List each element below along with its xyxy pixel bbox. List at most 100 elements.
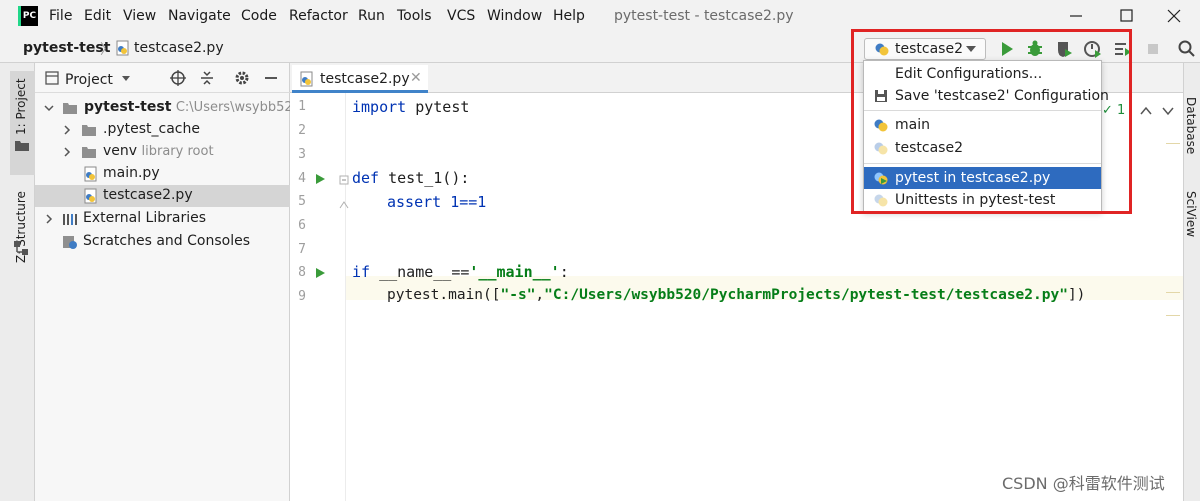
menu-navigate[interactable]: Navigate xyxy=(168,8,231,24)
tree-item-path: C:\Users\wsybb520 xyxy=(175,100,301,115)
tree-item-tag: library root xyxy=(141,144,214,159)
locate-file-icon[interactable] xyxy=(170,70,186,86)
breadcrumb-project[interactable]: pytest-test xyxy=(23,40,110,56)
run-gutter-icon[interactable] xyxy=(314,267,326,279)
window-title: pytest-test - testcase2.py xyxy=(614,8,794,24)
scratches-icon xyxy=(62,234,78,250)
code-line-5[interactable]: assert 1==1 xyxy=(387,193,486,211)
code-token: test_1(): xyxy=(379,169,470,187)
chevron-down-icon[interactable] xyxy=(121,75,131,82)
chevron-right-icon[interactable] xyxy=(61,146,73,158)
chevron-down-icon[interactable] xyxy=(1162,106,1174,116)
left-tool-stripe: 1: Project Z: Structure xyxy=(0,63,36,501)
breadcrumb-file[interactable]: testcase2.py xyxy=(134,40,224,56)
fold-icon[interactable] xyxy=(339,175,349,185)
project-panel-header: Project xyxy=(35,63,290,93)
code-token: pytest.main([ xyxy=(387,287,501,303)
tree-item-label: External Libraries xyxy=(83,210,206,226)
tree-item-venv[interactable]: venv library root xyxy=(35,141,290,163)
code-token: "C:/Users/wsybb520/PycharmProjects/pytes… xyxy=(544,287,1068,303)
tree-item-project-root[interactable]: pytest-test C:\Users\wsybb520 xyxy=(35,97,301,119)
code-token: pytest xyxy=(406,98,470,116)
run-gutter-icon[interactable] xyxy=(314,173,326,185)
project-tool-window: Project pytest-test C:\Users\wsybb520 .p… xyxy=(35,63,301,501)
python-file-icon xyxy=(83,188,99,204)
error-stripe-mark[interactable] xyxy=(1166,315,1180,316)
code-token: ]) xyxy=(1067,287,1086,303)
watermark: CSDN @科雷软件测试 xyxy=(1002,474,1165,493)
tab-testcase2-py[interactable]: testcase2.py ✕ xyxy=(292,65,428,93)
menu-view[interactable]: View xyxy=(123,8,156,24)
python-file-icon xyxy=(116,40,130,56)
menu-tools[interactable]: Tools xyxy=(397,8,432,24)
line-number: 5 xyxy=(298,194,306,209)
folder-icon xyxy=(62,100,78,116)
tab-label: testcase2.py xyxy=(320,71,410,87)
line-number: 1 xyxy=(298,99,306,114)
stop-icon[interactable] xyxy=(1143,39,1163,59)
chevron-down-icon[interactable] xyxy=(43,102,55,114)
project-view-selector[interactable]: Project xyxy=(65,72,113,88)
code-line-8[interactable]: if __name__=='__main__': xyxy=(352,263,569,281)
collapse-all-icon[interactable] xyxy=(199,70,215,86)
line-number: 4 xyxy=(298,171,306,186)
tree-item-main-py[interactable]: main.py xyxy=(35,163,290,185)
menu-window[interactable]: Window xyxy=(487,8,542,24)
folder-icon xyxy=(81,144,97,160)
database-tool-label[interactable]: Database xyxy=(1184,97,1198,154)
code-line-9[interactable]: pytest.main(["-s","C:/Users/wsybb520/Pyc… xyxy=(387,287,1085,303)
minimize-icon[interactable] xyxy=(1062,4,1090,28)
editor-gutter: 1 2 3 4 5 6 7 8 9 xyxy=(290,93,349,501)
line-number: 8 xyxy=(298,265,306,280)
hide-panel-icon[interactable] xyxy=(263,70,279,86)
error-stripe-mark[interactable] xyxy=(1166,292,1180,293)
project-tool-button[interactable]: 1: Project xyxy=(10,71,36,175)
menu-code[interactable]: Code xyxy=(241,8,277,24)
menu-refactor[interactable]: Refactor xyxy=(289,8,348,24)
tree-item-label: testcase2.py xyxy=(103,187,193,203)
fold-end-icon[interactable] xyxy=(339,199,349,209)
sciview-tool-label[interactable]: SciView xyxy=(1184,191,1198,237)
search-icon[interactable] xyxy=(1177,39,1197,59)
code-token: if xyxy=(352,263,371,281)
tree-item-testcase2-py[interactable]: testcase2.py xyxy=(35,185,290,207)
line-number: 6 xyxy=(298,218,306,233)
structure-tool-button[interactable]: Z: Structure xyxy=(10,175,36,275)
tree-item-label: main.py xyxy=(103,165,160,181)
maximize-icon[interactable] xyxy=(1112,4,1140,28)
annotation-highlight-box xyxy=(851,29,1132,214)
folder-icon xyxy=(15,139,29,151)
tree-item-scratches[interactable]: Scratches and Consoles xyxy=(35,231,290,253)
menu-vcs[interactable]: VCS xyxy=(447,8,475,24)
python-file-icon xyxy=(83,166,99,182)
menu-run[interactable]: Run xyxy=(358,8,385,24)
tree-item-external-libraries[interactable]: External Libraries xyxy=(35,208,290,230)
code-token: '__main__' xyxy=(469,263,560,281)
chevron-right-icon[interactable] xyxy=(61,124,73,136)
line-number: 9 xyxy=(298,289,306,304)
tree-item-pytest-cache[interactable]: .pytest_cache xyxy=(35,119,290,141)
gear-icon[interactable] xyxy=(234,70,250,86)
code-token: 1==1 xyxy=(441,193,487,211)
code-line-1[interactable]: import pytest xyxy=(352,98,469,116)
project-tool-label: 1: Project xyxy=(14,78,28,135)
code-line-4[interactable]: def test_1(): xyxy=(352,169,469,187)
app-logo: PC xyxy=(18,6,38,26)
line-number: 7 xyxy=(298,242,306,257)
error-stripe-mark[interactable] xyxy=(1166,143,1180,144)
line-number: 2 xyxy=(298,123,306,138)
menu-edit[interactable]: Edit xyxy=(84,8,111,24)
folder-icon xyxy=(81,122,97,138)
close-icon[interactable] xyxy=(1160,4,1188,28)
code-token: import xyxy=(352,98,407,116)
menu-file[interactable]: File xyxy=(49,8,72,24)
tree-item-label: venv xyxy=(103,143,138,159)
project-view-icon xyxy=(45,71,59,85)
menu-help[interactable]: Help xyxy=(553,8,585,24)
tab-close-icon[interactable]: ✕ xyxy=(410,70,422,86)
code-token: __name__== xyxy=(370,263,470,281)
right-tool-stripe: Database SciView xyxy=(1183,63,1200,501)
chevron-right-icon[interactable] xyxy=(43,213,55,225)
code-token: assert xyxy=(387,193,442,211)
chevron-up-icon[interactable] xyxy=(1140,106,1152,116)
